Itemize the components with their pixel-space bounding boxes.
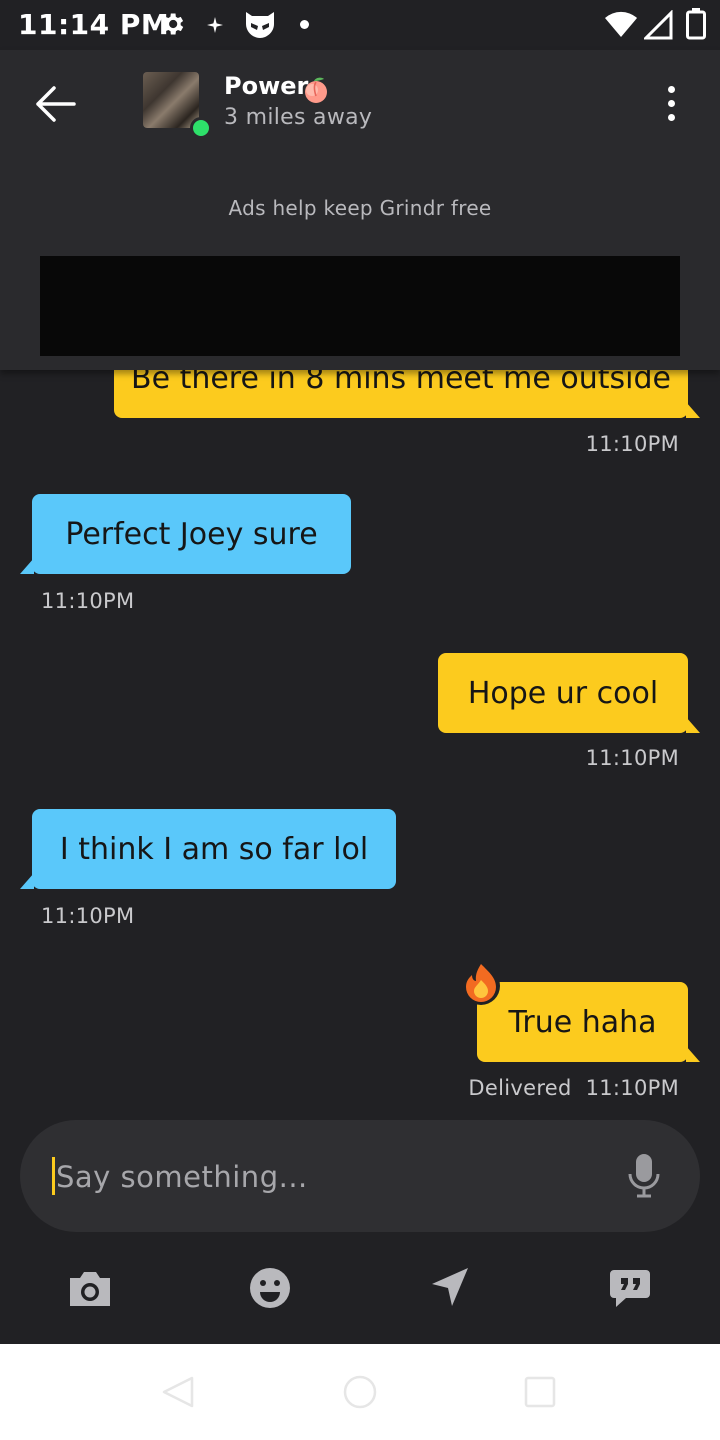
message-text: Be there in 8 mins meet me outside (131, 370, 671, 396)
chat-header: Power 3 miles away Ads help keep Grindr … (0, 50, 720, 370)
avatar[interactable] (143, 72, 199, 128)
gear-icon (163, 13, 184, 35)
delivery-status: Delivered (468, 1076, 572, 1100)
ads-notice: Ads help keep Grindr free (228, 196, 492, 220)
profile-distance: 3 miles away (224, 105, 373, 130)
message-timestamp: 11:10PM (585, 1076, 679, 1100)
message-text: Hope ur cool (467, 675, 659, 711)
wifi-icon (605, 11, 637, 38)
message-timestamp: 11:10PM (585, 432, 679, 456)
status-bar: 11:14 PM (0, 0, 720, 50)
message-timestamp: 11:10PM (41, 904, 135, 928)
system-nav-bar (0, 1344, 720, 1440)
location-icon[interactable] (426, 1264, 474, 1312)
peach-emoji-icon (305, 77, 327, 103)
message-status-row: Delivered 11:10PM (468, 1076, 679, 1100)
sparkle-icon (207, 17, 223, 33)
message-bubble-outgoing[interactable]: Hope ur cool (438, 653, 700, 733)
back-arrow-icon[interactable] (24, 80, 88, 128)
status-time: 11:14 PM (18, 8, 170, 41)
message-bubble-incoming[interactable]: I think I am so far lol (20, 809, 396, 889)
message-bubble-outgoing[interactable]: True haha (477, 982, 700, 1062)
emoji-icon[interactable] (246, 1264, 294, 1312)
ad-banner[interactable] (40, 256, 680, 356)
message-input[interactable] (54, 1150, 578, 1204)
message-text: True haha (508, 1004, 657, 1040)
profile-name[interactable]: Power (224, 72, 308, 100)
nav-home-icon[interactable] (342, 1374, 378, 1410)
message-bubble-outgoing[interactable]: Be there in 8 mins meet me outside (114, 370, 700, 418)
fire-reaction-icon[interactable] (459, 960, 503, 1006)
dot-icon (300, 20, 309, 29)
cell-signal-icon (644, 10, 673, 40)
message-text: Perfect Joey sure (65, 516, 318, 552)
battery-icon (686, 8, 706, 40)
message-bubble-incoming[interactable]: Perfect Joey sure (20, 494, 351, 574)
message-timestamp: 11:10PM (585, 746, 679, 770)
camera-icon[interactable] (66, 1264, 114, 1312)
saved-phrases-icon[interactable] (606, 1264, 654, 1312)
nav-recents-icon[interactable] (522, 1374, 558, 1410)
more-options-icon[interactable] (656, 82, 686, 126)
online-indicator (190, 117, 212, 139)
message-list[interactable]: Be there in 8 mins meet me outside 11:10… (0, 370, 720, 1110)
grindr-mask-icon (246, 12, 274, 38)
microphone-icon[interactable] (624, 1152, 664, 1200)
nav-back-icon[interactable] (160, 1374, 196, 1410)
message-text: I think I am so far lol (59, 831, 369, 867)
message-timestamp: 11:10PM (41, 589, 135, 613)
